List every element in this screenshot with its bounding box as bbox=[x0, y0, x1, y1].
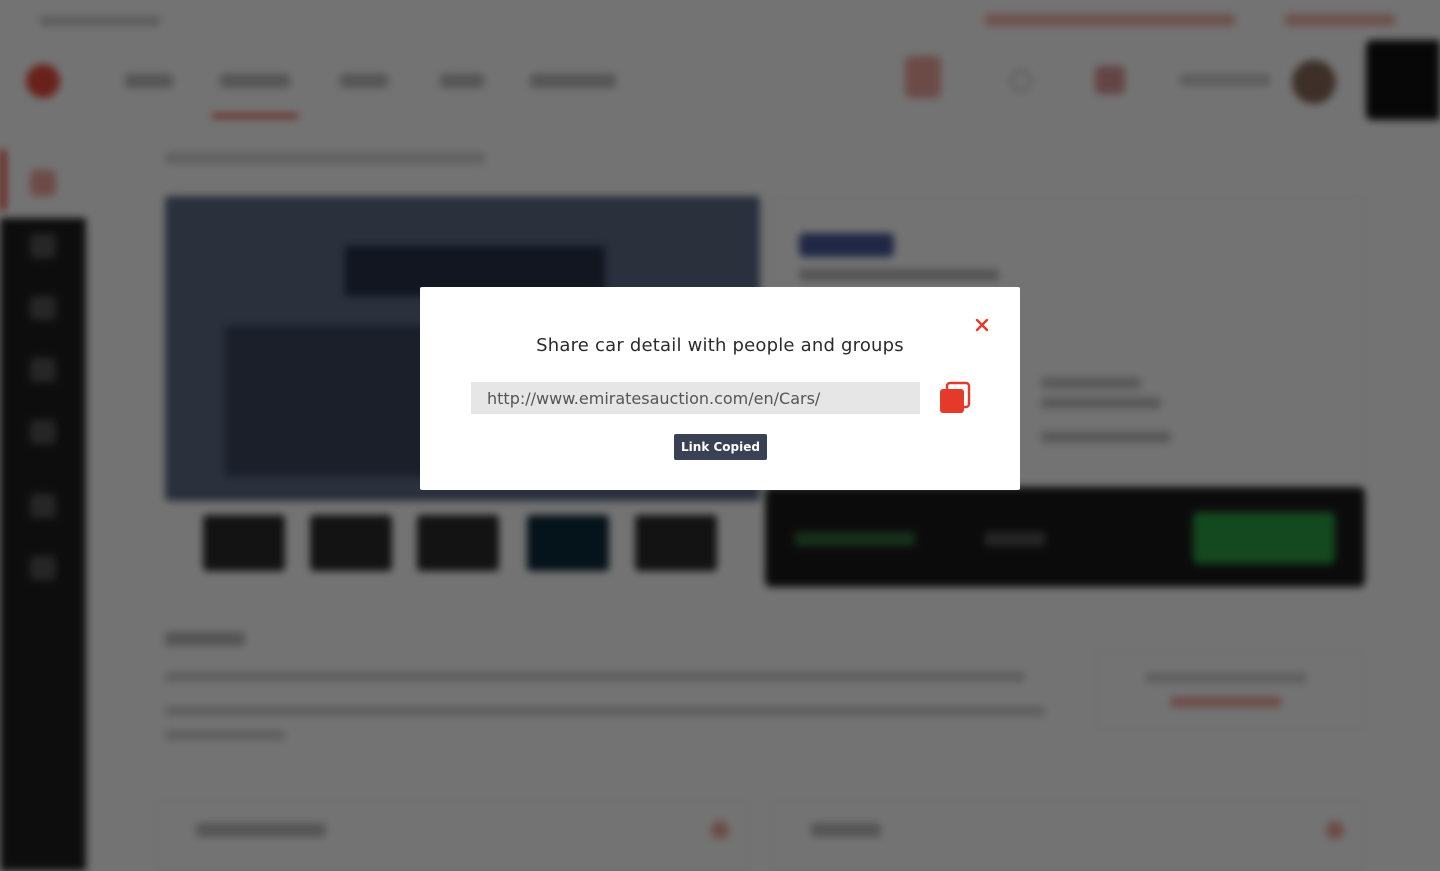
copy-icon bbox=[938, 381, 972, 418]
close-icon bbox=[970, 313, 994, 337]
link-copied-badge: Link Copied bbox=[674, 434, 767, 460]
close-button[interactable] bbox=[970, 313, 994, 337]
share-modal: Share car detail with people and groups … bbox=[420, 287, 1020, 490]
modal-title: Share car detail with people and groups bbox=[536, 335, 904, 356]
share-url-field[interactable] bbox=[471, 382, 920, 414]
copy-link-button[interactable] bbox=[938, 381, 972, 415]
